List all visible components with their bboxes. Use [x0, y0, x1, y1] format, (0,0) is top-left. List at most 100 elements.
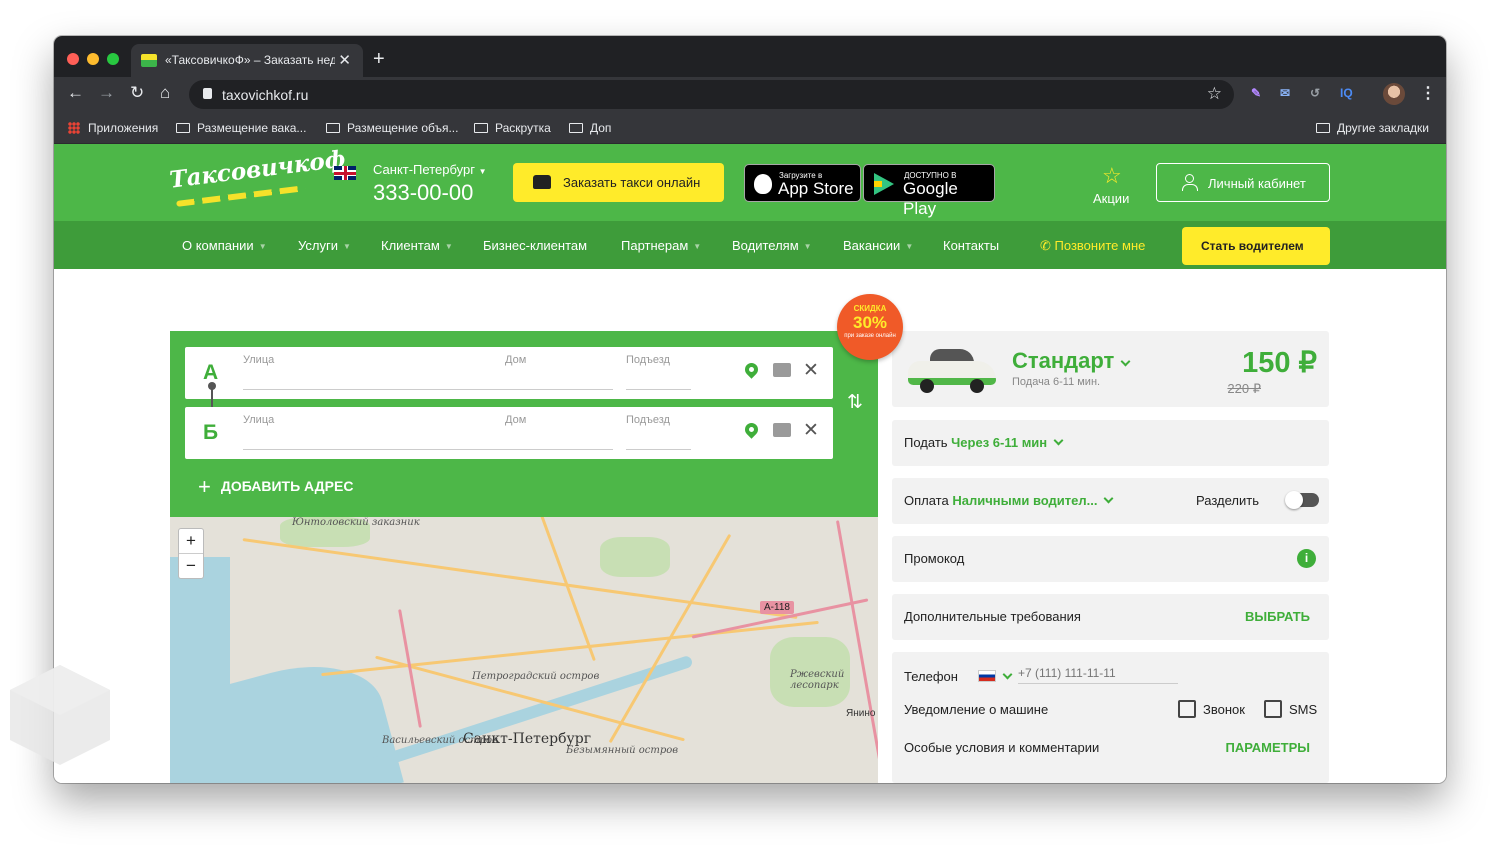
- phone-input[interactable]: [1018, 666, 1178, 684]
- zoom-in-button[interactable]: +: [179, 529, 203, 554]
- google-play-badge[interactable]: ДОСТУПНО В Google Play: [863, 164, 995, 218]
- address-bar[interactable]: taxovichkof.ru ☆: [189, 80, 1234, 109]
- phone-label: Телефон: [904, 669, 958, 684]
- map-road: [321, 620, 819, 677]
- taxi-car-image: [908, 349, 996, 393]
- close-window-button[interactable]: [67, 53, 79, 65]
- promo-row[interactable]: Промокод i: [892, 536, 1329, 582]
- pickup-time-row[interactable]: Подать Через 6-11 мин: [892, 420, 1329, 466]
- nav-clients[interactable]: Клиентам ▼: [381, 238, 453, 253]
- clear-icon[interactable]: ✕: [803, 419, 819, 442]
- reload-icon[interactable]: ↻: [130, 83, 144, 103]
- new-tab-button[interactable]: +: [373, 48, 385, 71]
- chevron-down-icon: ▼: [478, 167, 487, 176]
- site-logo[interactable]: Таксовичкоф: [168, 145, 347, 193]
- caret-down-icon: ▼: [342, 242, 351, 251]
- city-selector[interactable]: Санкт-Петербург ▼: [373, 162, 487, 177]
- info-icon[interactable]: i: [1297, 549, 1316, 568]
- special-conditions-label: Особые условия и комментарии: [904, 740, 1100, 755]
- promos-star-icon[interactable]: ☆: [1102, 163, 1122, 189]
- bookmark-folder[interactable]: Размещение вака...: [176, 121, 306, 135]
- map-city-label: Санкт-Петербург: [463, 731, 592, 747]
- swap-addresses-icon[interactable]: ⇅: [847, 391, 863, 414]
- app-store-badge[interactable]: Загрузите в App Store: [744, 164, 861, 202]
- other-bookmarks[interactable]: Другие закладки: [1316, 121, 1429, 135]
- iq-extension-icon[interactable]: IQ: [1340, 86, 1353, 100]
- location-pin-icon[interactable]: [742, 420, 761, 439]
- home-icon[interactable]: ⌂: [160, 83, 170, 103]
- apple-icon: [754, 174, 772, 194]
- close-tab-icon[interactable]: ✕: [338, 51, 351, 69]
- minimize-window-button[interactable]: [87, 53, 99, 65]
- nav-business-clients[interactable]: Бизнес-клиентам: [483, 238, 587, 253]
- browser-menu-icon[interactable]: ⋮: [1420, 83, 1436, 103]
- add-address-button[interactable]: + ДОБАВИТЬ АДРЕС: [198, 474, 353, 500]
- apps-grid-icon: [68, 122, 80, 134]
- nav-vacancies[interactable]: Вакансии ▼: [843, 238, 913, 253]
- bookmark-folder[interactable]: Раскрутка: [474, 121, 551, 135]
- become-driver-button[interactable]: Стать водителем: [1182, 227, 1330, 265]
- bookmark-folder[interactable]: Доп: [569, 121, 611, 135]
- personal-cabinet-button[interactable]: Личный кабинет: [1156, 163, 1330, 202]
- entrance-input[interactable]: [626, 389, 691, 390]
- tariff-selector[interactable]: Стандарт: [1012, 348, 1131, 374]
- comment-icon[interactable]: [773, 423, 791, 437]
- nav-about[interactable]: О компании ▼: [182, 238, 267, 253]
- comment-icon[interactable]: [773, 363, 791, 377]
- street-input[interactable]: [243, 449, 613, 450]
- decorative-hexagon: [10, 665, 110, 765]
- uk-flag-icon[interactable]: [334, 166, 356, 180]
- tab-strip: «ТаксовичкоФ» – Заказать нед ✕ +: [54, 36, 1446, 77]
- maximize-window-button[interactable]: [107, 53, 119, 65]
- country-code-selector[interactable]: [978, 669, 1013, 684]
- point-b-label: Б: [203, 421, 219, 444]
- chevron-down-icon: [1002, 669, 1013, 680]
- street-label: Улица: [243, 414, 275, 426]
- bookmark-star-icon[interactable]: ☆: [1207, 84, 1222, 104]
- caret-down-icon: ▼: [693, 242, 702, 251]
- call-checkbox[interactable]: Звонок: [1178, 700, 1245, 718]
- call-me-link[interactable]: ✆ Позвоните мне: [1040, 238, 1145, 254]
- mail-extension-icon[interactable]: ✉: [1280, 86, 1290, 100]
- select-requirements-button[interactable]: ВЫБРАТЬ: [1245, 609, 1310, 624]
- contact-options-card: Телефон Уведомление о машине Звонок SMS …: [892, 652, 1329, 783]
- discount-badge: СКИДКА 30% при заказе онлайн: [837, 294, 903, 360]
- browser-tab[interactable]: «ТаксовичкоФ» – Заказать нед ✕: [131, 44, 363, 77]
- russia-flag-icon: [978, 670, 996, 682]
- user-icon: [1181, 174, 1198, 191]
- back-icon[interactable]: ←: [67, 83, 84, 103]
- split-toggle[interactable]: [1285, 491, 1319, 509]
- caret-down-icon: ▼: [444, 242, 453, 251]
- sms-checkbox[interactable]: SMS: [1264, 700, 1317, 718]
- header-phone[interactable]: 333-00-00: [373, 180, 473, 206]
- bookmark-folder[interactable]: Размещение объя...: [326, 121, 458, 135]
- profile-avatar[interactable]: [1383, 83, 1405, 105]
- location-pin-icon[interactable]: [742, 360, 761, 379]
- entrance-input[interactable]: [626, 449, 691, 450]
- lock-icon: [203, 88, 212, 99]
- nav-partners[interactable]: Партнерам ▼: [621, 238, 701, 253]
- map-road: [504, 517, 596, 662]
- street-input[interactable]: [243, 389, 613, 390]
- nav-drivers[interactable]: Водителям ▼: [732, 238, 812, 253]
- forward-icon[interactable]: →: [98, 83, 115, 103]
- chevron-down-icon: [1120, 356, 1131, 367]
- zoom-out-button[interactable]: −: [179, 554, 203, 579]
- bookmark-apps[interactable]: Приложения: [68, 121, 158, 135]
- promos-link[interactable]: Акции: [1093, 191, 1129, 206]
- car-wheel: [970, 379, 984, 393]
- nav-contacts[interactable]: Контакты: [943, 238, 999, 253]
- order-taxi-button[interactable]: Заказать такси онлайн: [513, 163, 724, 202]
- history-extension-icon[interactable]: ↺: [1310, 86, 1320, 100]
- nav-services[interactable]: Услуги ▼: [298, 238, 351, 253]
- map[interactable]: Юнтоловский заказник Петроградский остро…: [170, 517, 878, 783]
- feather-extension-icon[interactable]: ✎: [1251, 86, 1261, 100]
- map-road: [242, 538, 798, 619]
- tariff-card[interactable]: Стандарт Подача 6-11 мин. 150 ₽ 220 ₽: [892, 331, 1329, 407]
- parameters-button[interactable]: ПАРАМЕТРЫ: [1226, 740, 1311, 755]
- clear-icon[interactable]: ✕: [803, 359, 819, 382]
- bookmarks-bar: Приложения Размещение вака... Размещение…: [54, 112, 1446, 144]
- map-label: Ржевский лесопарк: [790, 669, 845, 691]
- payment-row[interactable]: Оплата Наличными водител... Разделить: [892, 478, 1329, 524]
- zoom-control: + −: [178, 528, 204, 579]
